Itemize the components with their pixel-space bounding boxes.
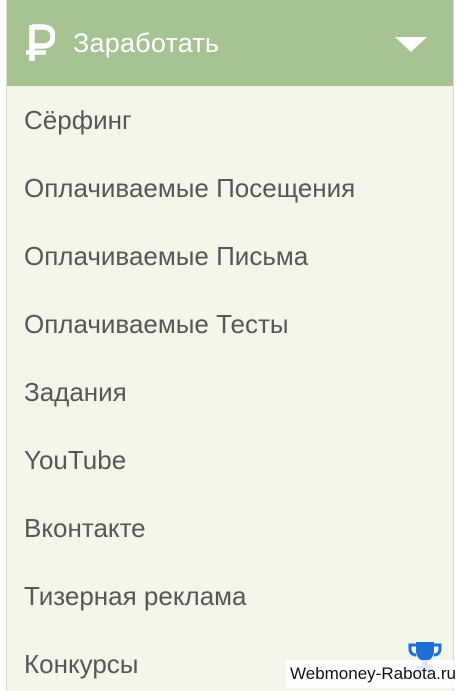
menu-item-paid-letters[interactable]: Оплачиваемые Письма: [7, 222, 453, 290]
site-watermark: Webmoney-Rabota.ru: [286, 660, 460, 688]
menu-item-teaser-ads[interactable]: Тизерная реклама: [7, 562, 453, 630]
earn-menu-header[interactable]: Заработать: [7, 0, 453, 86]
menu-item-vkontakte[interactable]: Вконтакте: [7, 494, 453, 562]
menu-item-tasks[interactable]: Задания: [7, 358, 453, 426]
chevron-down-icon[interactable]: [395, 37, 427, 52]
menu-item-paid-visits[interactable]: Оплачиваемые Посещения: [7, 154, 453, 222]
menu-item-youtube[interactable]: YouTube: [7, 426, 453, 494]
earn-menu-list: Сёрфинг Оплачиваемые Посещения Оплачивае…: [7, 86, 453, 691]
earn-menu-title: Заработать: [73, 27, 220, 58]
menu-item-surfing[interactable]: Сёрфинг: [7, 86, 453, 154]
ruble-icon: [23, 23, 57, 63]
earn-menu-panel: Заработать Сёрфинг Оплачиваемые Посещени…: [6, 0, 454, 691]
menu-item-paid-tests[interactable]: Оплачиваемые Тесты: [7, 290, 453, 358]
